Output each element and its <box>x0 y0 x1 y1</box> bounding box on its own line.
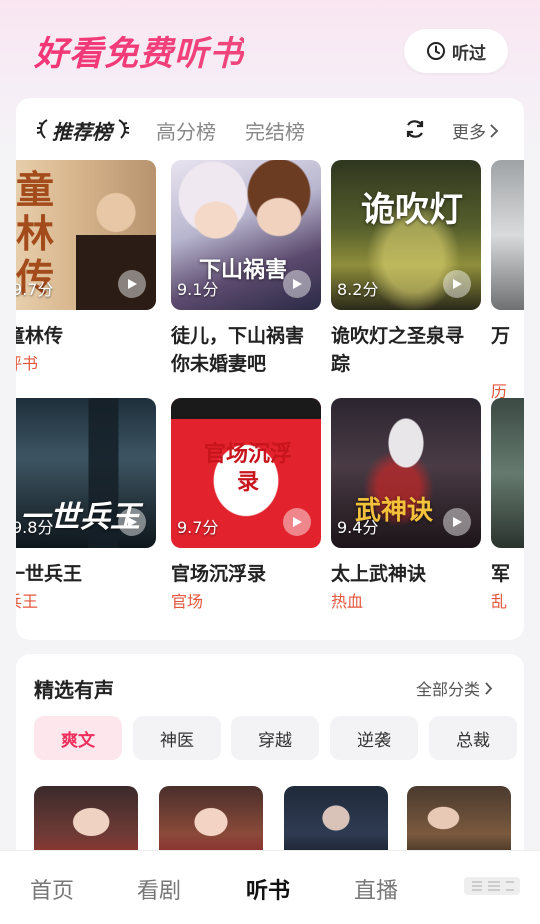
tab-recommend[interactable]: 推荐榜 <box>52 116 112 145</box>
book-name[interactable]: 诡吹灯之圣泉寻踪 <box>331 322 481 378</box>
app-title: 好看免费听书 <box>34 26 244 75</box>
book-name[interactable]: 太上武神诀 <box>331 560 481 588</box>
book-cover[interactable] <box>491 398 524 548</box>
header: 好看免费听书 听过 <box>0 0 540 96</box>
cover-title: 诡吹灯 <box>361 190 463 230</box>
bottom-nav: 首页 看剧 听书 直播 <box>0 850 540 924</box>
history-label: 听过 <box>452 43 486 64</box>
nav-home[interactable]: 首页 <box>30 873 74 905</box>
ranking-tabs: 推荐榜 高分榜 完结榜 更多 <box>16 98 524 158</box>
score-badge: 8.2分 <box>337 280 379 299</box>
play-button[interactable] <box>443 508 471 536</box>
chip-nixi[interactable]: 逆袭 <box>330 716 418 760</box>
all-categories-label: 全部分类 <box>416 680 481 699</box>
score-badge: 9.7分 <box>16 280 54 299</box>
play-icon <box>453 279 462 289</box>
book-card[interactable]: 万 历 <box>491 160 524 401</box>
book-card[interactable]: 军 乱 <box>491 398 524 628</box>
nav-drama[interactable]: 看剧 <box>137 873 181 905</box>
book-name[interactable]: 官场沉浮录 <box>171 560 321 588</box>
book-card[interactable]: 官场沉浮录 9.7分 官场沉浮录 官场 <box>171 398 321 628</box>
play-button[interactable] <box>118 270 146 298</box>
history-button[interactable]: 听过 <box>404 29 508 73</box>
play-button[interactable] <box>443 270 471 298</box>
book-cover[interactable]: 武神诀 9.4分 <box>331 398 481 548</box>
nav-audiobook[interactable]: 听书 <box>246 873 290 905</box>
play-button[interactable] <box>118 508 146 536</box>
score-badge: 9.1分 <box>177 280 219 299</box>
tab-high-score[interactable]: 高分榜 <box>156 116 216 145</box>
book-card[interactable]: 诡吹灯 8.2分 诡吹灯之圣泉寻踪 <box>331 160 481 390</box>
book-cover[interactable]: 一世兵王 9.8分 <box>16 398 156 548</box>
book-card[interactable]: 武神诀 9.4分 太上武神诀 热血 <box>331 398 481 628</box>
book-tag: 热血 <box>331 592 364 611</box>
tab-completed[interactable]: 完结榜 <box>245 116 305 145</box>
book-cover[interactable]: 童林传 9.7分 <box>16 160 156 310</box>
book-name[interactable]: 军 <box>491 560 524 588</box>
book-tag: 兵王 <box>16 592 39 611</box>
book-name[interactable]: 万 <box>491 322 524 350</box>
more-link[interactable]: 更多 <box>452 118 499 143</box>
play-icon <box>128 517 137 527</box>
chevron-right-icon <box>485 681 493 695</box>
ranking-card: 推荐榜 高分榜 完结榜 更多 童林传 9.7分 童林传 评书 <box>16 98 524 640</box>
chip-chuanyue[interactable]: 穿越 <box>231 716 319 760</box>
clock-icon <box>427 42 445 60</box>
play-icon <box>293 517 302 527</box>
all-categories-link[interactable]: 全部分类 <box>416 676 493 700</box>
book-name[interactable]: 徒儿，下山祸害你未婚妻吧 <box>171 322 321 378</box>
book-card[interactable]: 下山祸害 9.1分 徒儿，下山祸害你未婚妻吧 <box>171 160 321 390</box>
book-name[interactable]: 一世兵王 <box>16 560 156 588</box>
score-badge: 9.7分 <box>177 518 219 537</box>
score-badge: 9.4分 <box>337 518 379 537</box>
chip-shenyi[interactable]: 神医 <box>133 716 221 760</box>
play-icon <box>453 517 462 527</box>
laurel-left-icon <box>36 119 48 139</box>
more-label: 更多 <box>452 123 486 143</box>
book-cover[interactable]: 官场沉浮录 9.7分 <box>171 398 321 548</box>
book-card[interactable]: 一世兵王 9.8分 一世兵王 兵王 <box>16 398 156 628</box>
book-tag: 乱 <box>491 592 508 611</box>
play-button[interactable] <box>283 270 311 298</box>
book-tag: 评书 <box>16 354 39 373</box>
book-name[interactable]: 童林传 <box>16 322 156 350</box>
nav-logo-icon[interactable] <box>462 873 522 899</box>
chip-shuangwen[interactable]: 爽文 <box>34 716 122 760</box>
book-cover[interactable]: 下山祸害 9.1分 <box>171 160 321 310</box>
refresh-icon[interactable] <box>404 118 426 140</box>
chip-zongcai[interactable]: 总裁 <box>429 716 517 760</box>
book-cover[interactable]: 诡吹灯 8.2分 <box>331 160 481 310</box>
cover-title: 官场沉浮录 <box>203 441 292 495</box>
score-badge: 9.8分 <box>16 518 54 537</box>
nav-live[interactable]: 直播 <box>354 873 398 905</box>
book-tag: 官场 <box>171 592 204 611</box>
play-icon <box>293 279 302 289</box>
book-card[interactable]: 童林传 9.7分 童林传 评书 <box>16 160 156 390</box>
laurel-right-icon <box>118 119 130 139</box>
chevron-right-icon <box>490 123 499 138</box>
section-title: 精选有声 <box>34 678 114 702</box>
play-button[interactable] <box>283 508 311 536</box>
book-cover[interactable] <box>491 160 524 310</box>
play-icon <box>128 279 137 289</box>
